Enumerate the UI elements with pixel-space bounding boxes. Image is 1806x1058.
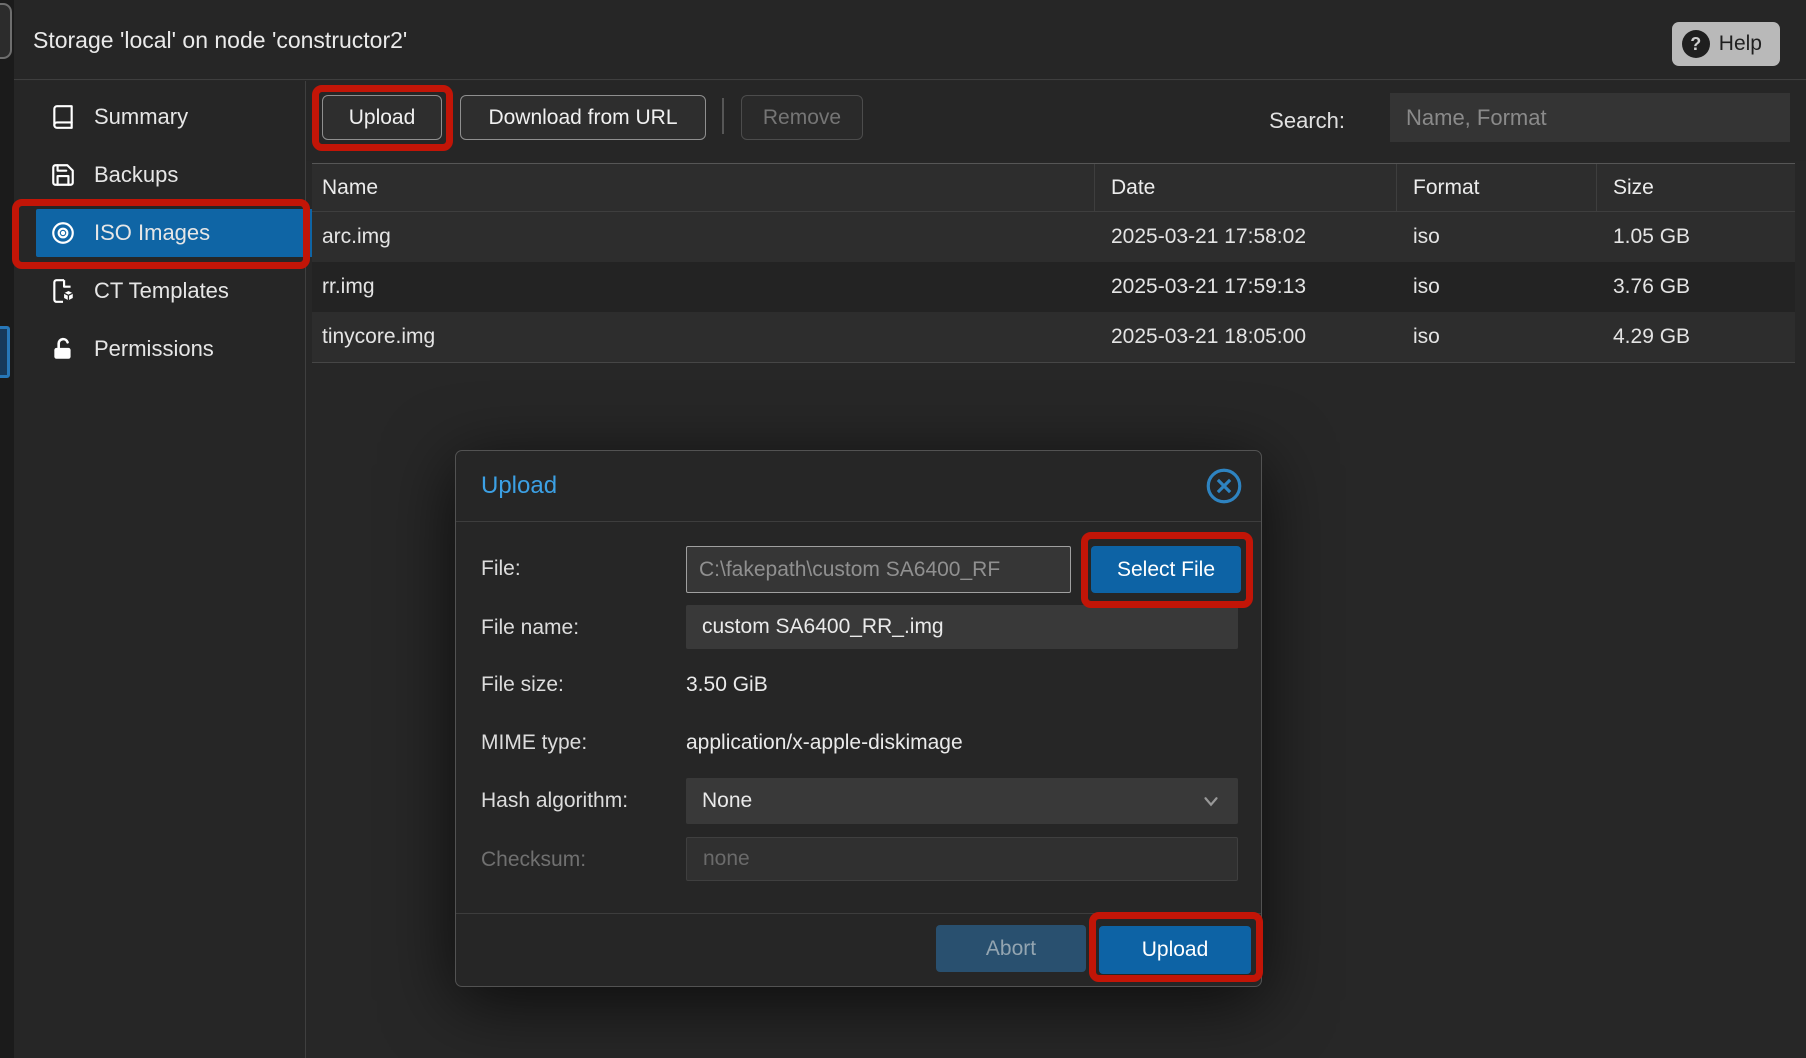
close-icon[interactable] [1203, 465, 1245, 507]
table-bottom-border [312, 362, 1795, 363]
cell-name: tinycore.img [312, 312, 1095, 362]
sidebar-content-divider [305, 81, 306, 1058]
column-header-format[interactable]: Format [1397, 164, 1597, 211]
dialog-title: Upload [481, 451, 557, 521]
file-name-label: File name: [481, 605, 579, 651]
sidebar-item-label: Permissions [94, 336, 214, 362]
title-bar: Storage 'local' on node 'constructor2' ?… [14, 0, 1806, 80]
hash-algorithm-label: Hash algorithm: [481, 778, 628, 824]
cell-format: iso [1397, 312, 1597, 362]
search-label: Search: [1269, 81, 1345, 161]
storage-sidebar: Summary Backups ISO Images [14, 81, 305, 1058]
download-from-url-button[interactable]: Download from URL [460, 95, 706, 140]
chevron-down-icon [1200, 790, 1222, 812]
disc-icon [50, 220, 76, 246]
cell-name: arc.img [312, 212, 1095, 262]
upload-button[interactable]: Upload [322, 95, 442, 140]
checksum-label: Checksum: [481, 837, 586, 883]
cell-size: 4.29 GB [1597, 312, 1795, 362]
upload-dialog: Upload File: Select File File name: cust… [455, 450, 1262, 987]
cell-date: 2025-03-21 18:05:00 [1095, 312, 1397, 362]
upload-submit-button[interactable]: Upload [1099, 926, 1251, 974]
hash-algorithm-value: None [702, 789, 752, 813]
remove-button[interactable]: Remove [741, 95, 863, 140]
column-header-date[interactable]: Date [1095, 164, 1397, 211]
hash-algorithm-select[interactable]: None [686, 778, 1238, 824]
sidebar-item-backups[interactable]: Backups [36, 151, 314, 199]
file-size-label: File size: [481, 662, 564, 708]
file-path-input[interactable] [686, 546, 1071, 593]
sidebar-item-permissions[interactable]: Permissions [36, 325, 314, 373]
mime-type-label: MIME type: [481, 720, 587, 766]
search-input[interactable] [1390, 93, 1790, 142]
iso-images-table: Name Date Format Size arc.img 2025-03-21… [312, 163, 1795, 363]
sidebar-item-label: CT Templates [94, 278, 229, 304]
left-tab-stub [0, 3, 12, 59]
dialog-footer-divider [456, 913, 1261, 914]
book-icon [50, 104, 76, 130]
template-icon [50, 278, 76, 304]
cell-size: 1.05 GB [1597, 212, 1795, 262]
help-button[interactable]: ? Help [1672, 22, 1780, 66]
dialog-header-divider [456, 521, 1261, 522]
help-button-label: Help [1719, 32, 1762, 56]
sidebar-item-label: Backups [94, 162, 178, 188]
checksum-input[interactable] [686, 837, 1238, 881]
cell-format: iso [1397, 262, 1597, 312]
help-icon: ? [1682, 30, 1710, 58]
floppy-icon [50, 162, 76, 188]
table-row[interactable]: arc.img 2025-03-21 17:58:02 iso 1.05 GB [312, 212, 1795, 262]
unlock-icon [50, 336, 76, 362]
table-row[interactable]: tinycore.img 2025-03-21 18:05:00 iso 4.2… [312, 312, 1795, 362]
cell-date: 2025-03-21 17:59:13 [1095, 262, 1397, 312]
cell-size: 3.76 GB [1597, 262, 1795, 312]
left-panel-edge [0, 0, 14, 1058]
table-header: Name Date Format Size [312, 163, 1795, 212]
content-toolbar: Upload Download from URL Remove Search: [306, 81, 1806, 161]
mime-type-value: application/x-apple-diskimage [686, 720, 963, 766]
tree-selection-sliver [0, 326, 10, 378]
cell-format: iso [1397, 212, 1597, 262]
column-header-size[interactable]: Size [1597, 164, 1795, 211]
abort-button[interactable]: Abort [936, 925, 1086, 972]
cell-name: rr.img [312, 262, 1095, 312]
cell-date: 2025-03-21 17:58:02 [1095, 212, 1397, 262]
page-title: Storage 'local' on node 'constructor2' [33, 0, 407, 80]
file-size-value: 3.50 GiB [686, 662, 768, 708]
sidebar-item-iso-images[interactable]: ISO Images [36, 209, 314, 257]
sidebar-item-label: ISO Images [94, 220, 210, 246]
table-row[interactable]: rr.img 2025-03-21 17:59:13 iso 3.76 GB [312, 262, 1795, 312]
sidebar-item-summary[interactable]: Summary [36, 93, 314, 141]
sidebar-item-label: Summary [94, 104, 188, 130]
file-name-value[interactable]: custom SA6400_RR_.img [686, 605, 1238, 649]
toolbar-separator [722, 98, 724, 134]
proxmox-storage-screen: Storage 'local' on node 'constructor2' ?… [0, 0, 1806, 1058]
column-header-name[interactable]: Name [312, 164, 1095, 211]
select-file-button[interactable]: Select File [1091, 546, 1241, 593]
sidebar-item-ct-templates[interactable]: CT Templates [36, 267, 314, 315]
file-label: File: [481, 546, 521, 592]
